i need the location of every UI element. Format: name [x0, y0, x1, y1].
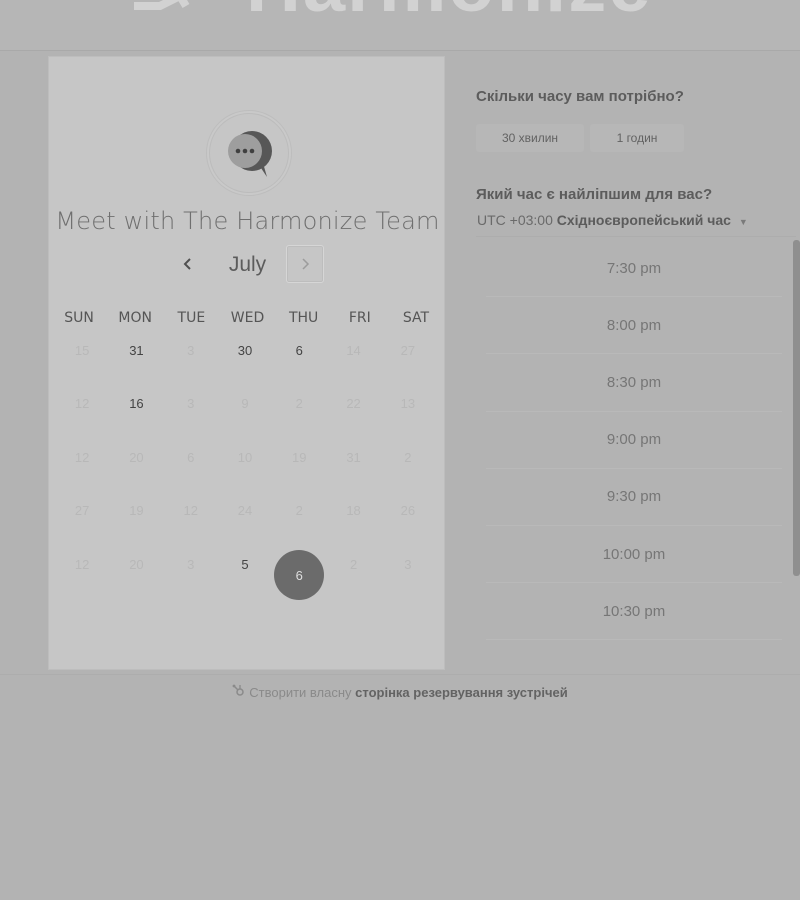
time-slot[interactable]: 9:00 pm: [486, 412, 782, 469]
chevron-left-icon: [183, 258, 191, 270]
selected-day-label: 6: [274, 550, 325, 601]
time-slot[interactable]: 8:30 pm: [486, 354, 782, 412]
calendar-day: 3: [187, 343, 195, 358]
calendar-day: 12: [74, 449, 90, 465]
calendar-day: 12: [74, 396, 90, 412]
booking-panel: Скільки часу вам потрібно? 30 хвилин 1 г…: [476, 0, 800, 700]
calendar-day: 20: [129, 556, 144, 572]
calendar-day: 20: [129, 449, 144, 465]
footer-link[interactable]: сторінка резервування зустрічей: [355, 685, 568, 700]
chevron-right-icon: [302, 258, 310, 270]
scrollbar[interactable]: [793, 240, 800, 576]
calendar-day[interactable]: 16: [109, 390, 163, 443]
chat-bubble-icon: [228, 131, 272, 177]
footer: Створити власну сторінка резервування зу…: [0, 684, 800, 700]
time-slot[interactable]: 8:00 pm: [486, 297, 782, 355]
calendar-day[interactable]: 5: [218, 551, 272, 604]
calendar-day: 2: [295, 396, 303, 412]
calendar-day: 12: [183, 503, 198, 519]
calendar-day: 14: [346, 343, 361, 358]
duration-option-1hour[interactable]: 1 годин: [590, 124, 684, 152]
weekday-header: SUN MON TUE WED THU FRI SAT: [51, 310, 444, 326]
calendar-day: 6: [187, 449, 195, 465]
timezone-offset: UTC +03:00: [477, 212, 553, 228]
calendar-day: 2: [404, 449, 412, 465]
calendar-day: 10: [237, 449, 253, 465]
weekday-label: TUE: [177, 310, 206, 326]
calendar-day: 2: [349, 556, 358, 572]
time-slot[interactable]: 10:30 pm: [486, 583, 782, 641]
calendar-day: 12: [74, 556, 90, 572]
calendar-day: 24: [237, 503, 253, 519]
duration-option-30min[interactable]: 30 хвилин: [476, 124, 584, 152]
next-month-button[interactable]: [286, 245, 324, 283]
calendar-day: 22: [346, 396, 361, 412]
weekday-label: WED: [230, 310, 265, 326]
divider: [476, 236, 796, 237]
timezone-selector[interactable]: UTC +03:00 Східноєвропейський час ▼: [477, 212, 748, 228]
calendar-card: Meet with The Harmonize Team July SUN MO…: [48, 56, 445, 670]
weekday-label: THU: [288, 310, 319, 326]
calendar-day[interactable]: 31: [109, 337, 163, 390]
calendar-day: 26: [400, 503, 416, 519]
timezone-name: Східноєвропейський час: [556, 212, 731, 228]
time-slot[interactable]: 7:30 pm: [486, 240, 782, 298]
time-slot[interactable]: 10:00 pm: [486, 526, 782, 584]
calendar-day[interactable]: 6: [272, 337, 326, 390]
caret-down-icon: ▼: [738, 217, 748, 227]
time-slot[interactable]: 9:30 pm: [486, 469, 782, 526]
calendar-day: 19: [292, 449, 307, 465]
previous-month-button[interactable]: [177, 253, 199, 275]
calendar-day: 31: [346, 449, 361, 465]
duration-question: Скільки часу вам потрібно?: [476, 88, 684, 105]
calendar-day: 9: [241, 396, 249, 412]
time-question: Який час є найліпшим для вас?: [476, 186, 713, 203]
calendar-grid: 15 31 3 30 6 14 27 12 16 3 9 2 22 13 12 20 6 10 19 31 2 27 19 1…: [55, 337, 435, 604]
month-label: July: [228, 253, 267, 276]
selected-day[interactable]: 6: [272, 550, 326, 604]
calendar-day: 19: [129, 503, 144, 519]
calendar-day: 15: [74, 343, 90, 358]
calendar-day: 2: [295, 503, 303, 519]
calendar-day: 13: [400, 396, 416, 412]
sprocket-icon: [232, 684, 245, 700]
weekday-label: SUN: [64, 310, 94, 326]
weekday-label: MON: [118, 310, 152, 326]
meeting-title: Meet with The Harmonize Team: [55, 207, 440, 235]
calendar-day: 27: [74, 503, 90, 519]
calendar-day: 3: [187, 556, 195, 572]
month-navigation: July: [49, 245, 446, 285]
calendar-day: 18: [346, 503, 361, 519]
weekday-label: SAT: [402, 310, 430, 326]
footer-text: Створити власну: [249, 685, 352, 700]
calendar-day: 27: [400, 343, 416, 358]
calendar-day[interactable]: 30: [218, 337, 272, 390]
brand-logo-icon: [134, 0, 190, 10]
calendar-day: 3: [404, 556, 412, 572]
time-slot-list: 7:30 pm 8:00 pm 8:30 pm 9:00 pm 9:30 pm …: [486, 240, 782, 641]
calendar-day: 3: [187, 396, 195, 412]
avatar: [209, 113, 289, 193]
divider: [0, 674, 800, 675]
weekday-label: FRI: [348, 310, 371, 326]
